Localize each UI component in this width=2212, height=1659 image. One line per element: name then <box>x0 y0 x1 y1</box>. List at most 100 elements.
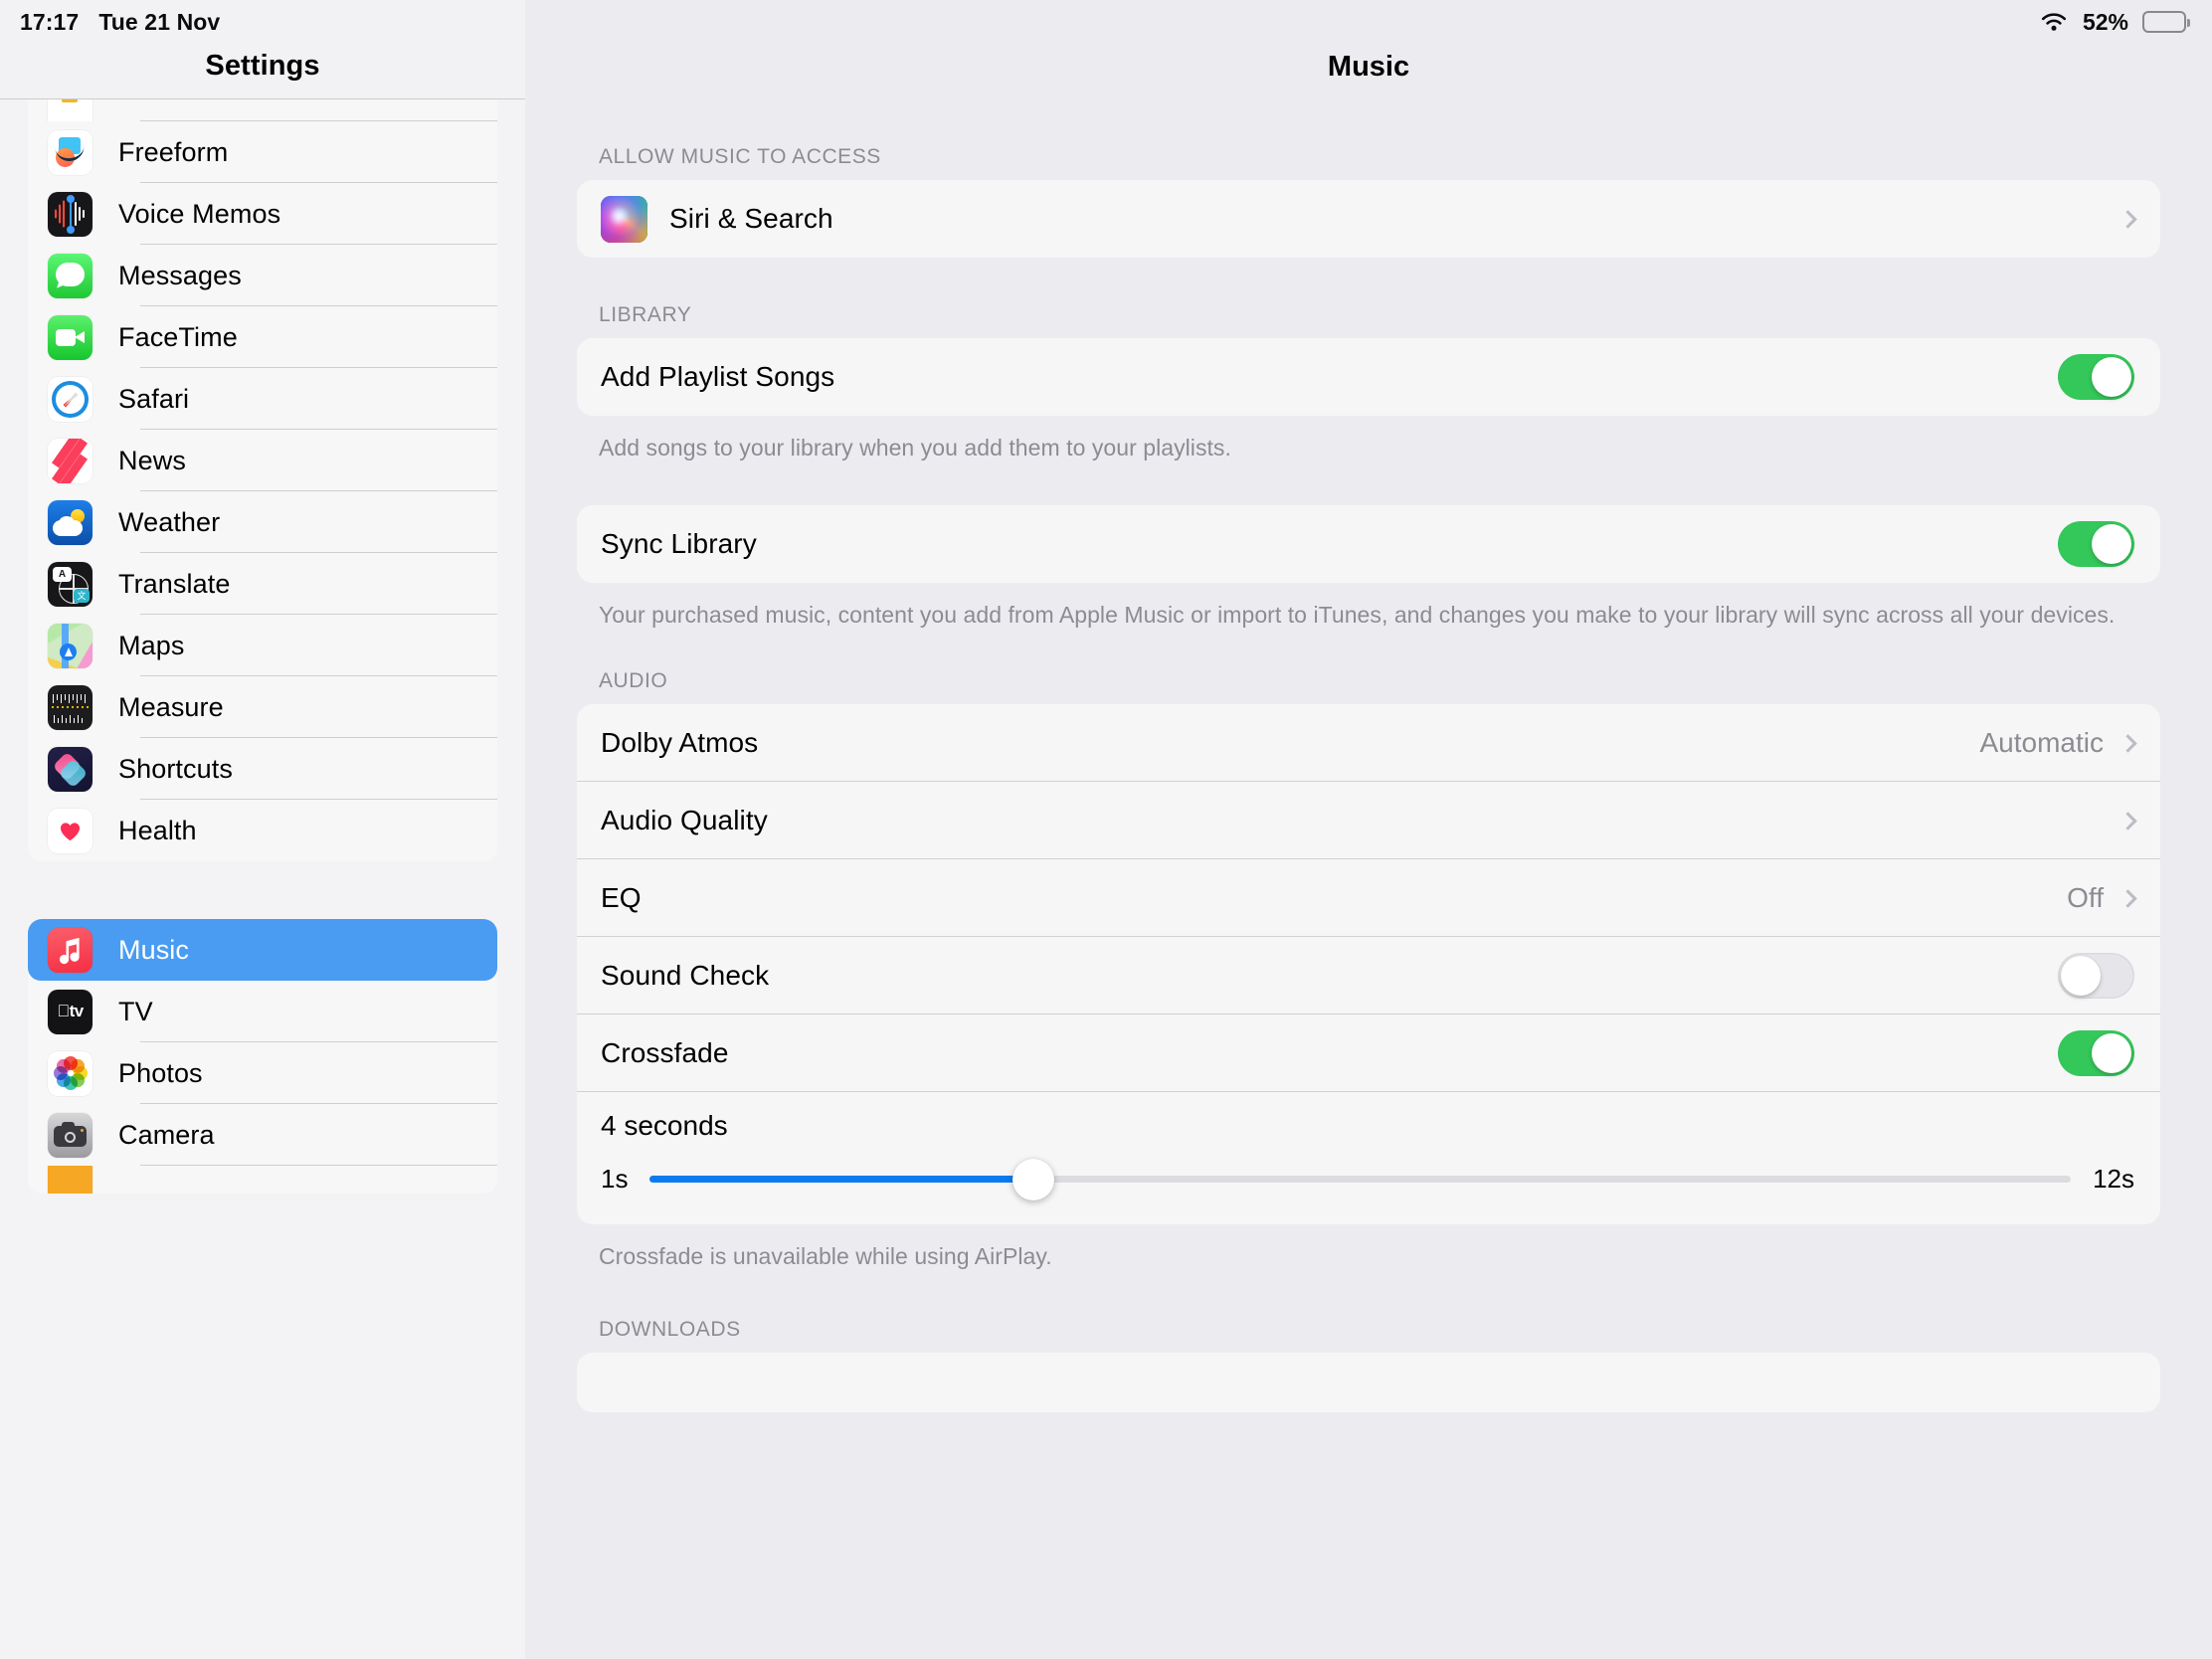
voice-memos-app-icon <box>48 191 92 237</box>
sidebar-group-apps: Freeform Voice Memos Messages FaceTime S… <box>28 64 497 861</box>
sidebar-item-maps[interactable]: Maps <box>28 615 497 676</box>
sync-library-toggle[interactable] <box>2058 520 2134 567</box>
facetime-app-icon <box>48 314 92 360</box>
row-crossfade-duration: 4 seconds 1s 12s <box>577 1092 2160 1224</box>
sidebar-item-label: Measure <box>118 691 224 722</box>
messages-app-icon <box>48 253 92 298</box>
sidebar-item-label: Shortcuts <box>118 753 233 784</box>
row-eq[interactable]: EQ Off <box>577 859 2160 938</box>
measure-app-icon <box>48 684 92 730</box>
page-title: Settings <box>205 50 320 82</box>
audio-card: Dolby Atmos Automatic Audio Quality EQ O… <box>577 704 2160 1225</box>
sidebar-item-measure[interactable]: Measure <box>28 676 497 738</box>
sidebar-item-label: News <box>118 445 186 475</box>
detail-page-title: Music <box>1327 51 1410 83</box>
sidebar-item-tv[interactable]: tv TV <box>28 981 497 1042</box>
sidebar-group-media: Music tv TV <box>28 919 497 1194</box>
row-siri-and-search[interactable]: Siri & Search <box>577 180 2160 258</box>
settings-sidebar: Freeform Voice Memos Messages FaceTime S… <box>0 0 525 1659</box>
sidebar-item-camera[interactable]: Camera <box>28 1104 497 1166</box>
row-crossfade[interactable]: Crossfade <box>577 1014 2160 1093</box>
crossfade-slider-thumb[interactable] <box>1013 1158 1055 1200</box>
row-audio-quality[interactable]: Audio Quality <box>577 782 2160 860</box>
sidebar-item-freeform[interactable]: Freeform <box>28 121 497 183</box>
row-label: Dolby Atmos <box>601 727 759 759</box>
row-value: Off <box>2067 882 2104 914</box>
sidebar-item-news[interactable]: News <box>28 430 497 491</box>
music-settings-pane: ALLOW MUSIC TO ACCESS Siri & Search LIBR… <box>525 0 2212 1659</box>
news-app-icon <box>48 438 92 483</box>
maps-app-icon <box>48 623 92 668</box>
crossfade-seconds-label: 4 seconds <box>601 1110 728 1142</box>
downloads-card <box>577 1352 2160 1412</box>
translate-app-icon: A文 <box>48 561 92 607</box>
row-label: Sync Library <box>601 527 757 559</box>
add-playlist-songs-card: Add Playlist Songs <box>577 338 2160 416</box>
weather-app-icon <box>48 499 92 545</box>
sidebar-item-translate[interactable]: A文 Translate <box>28 553 497 615</box>
partial-orange-app-icon <box>48 1166 92 1194</box>
row-dolby-atmos[interactable]: Dolby Atmos Automatic <box>577 704 2160 783</box>
sidebar-item-voice-memos[interactable]: Voice Memos <box>28 183 497 245</box>
sidebar-item-label: Maps <box>118 630 185 660</box>
sidebar-item-messages[interactable]: Messages <box>28 245 497 306</box>
sidebar-item-label: Music <box>118 934 190 965</box>
row-label: Add Playlist Songs <box>601 361 835 392</box>
sidebar-item-label: Weather <box>118 506 221 537</box>
row-sound-check[interactable]: Sound Check <box>577 937 2160 1015</box>
tv-app-icon: tv <box>48 989 92 1034</box>
sidebar-item-weather[interactable]: Weather <box>28 491 497 553</box>
photos-app-icon <box>48 1050 92 1096</box>
health-app-icon <box>48 808 92 853</box>
shortcuts-app-icon <box>48 746 92 792</box>
crossfade-slider[interactable] <box>649 1158 2072 1200</box>
siri-app-icon <box>601 195 647 243</box>
heart-icon <box>60 822 81 840</box>
section-header-downloads: DOWNLOADS <box>599 1317 741 1341</box>
row-label: Audio Quality <box>601 805 768 836</box>
sidebar-item-facetime[interactable]: FaceTime <box>28 306 497 368</box>
music-note-icon <box>59 937 80 964</box>
sidebar-scroll-area[interactable]: Freeform Voice Memos Messages FaceTime S… <box>0 0 525 1659</box>
sidebar-item-label: Freeform <box>118 136 229 167</box>
sidebar-item-shortcuts[interactable]: Shortcuts <box>28 738 497 800</box>
sidebar-item-label: FaceTime <box>118 321 238 352</box>
crossfade-max-label: 12s <box>2093 1164 2134 1195</box>
row-add-playlist-songs[interactable]: Add Playlist Songs <box>577 338 2160 416</box>
sound-check-toggle[interactable] <box>2058 953 2134 1000</box>
chevron-right-icon <box>2119 209 2137 229</box>
row-value: Automatic <box>1979 727 2105 759</box>
row-label: EQ <box>601 882 642 914</box>
sidebar-item-partial-top[interactable] <box>28 99 497 121</box>
chevron-right-icon <box>2119 811 2137 830</box>
access-card: Siri & Search <box>577 180 2160 258</box>
sidebar-item-label: Translate <box>118 568 231 599</box>
row-label: Sound Check <box>601 960 770 992</box>
crossfade-footnote: Crossfade is unavailable while using Air… <box>599 1243 1052 1270</box>
sync-library-footnote: Your purchased music, content you add fr… <box>599 601 2116 628</box>
add-playlist-songs-toggle[interactable] <box>2058 354 2134 400</box>
safari-app-icon <box>48 376 92 422</box>
sidebar-item-safari[interactable]: Safari <box>28 368 497 430</box>
crossfade-min-label: 1s <box>601 1164 629 1195</box>
row-sync-library[interactable]: Sync Library <box>577 505 2160 583</box>
section-header-access: ALLOW MUSIC TO ACCESS <box>599 145 881 168</box>
camera-app-icon <box>48 1112 92 1158</box>
sync-library-card: Sync Library <box>577 504 2160 583</box>
detail-scroll-area[interactable]: ALLOW MUSIC TO ACCESS Siri & Search LIBR… <box>525 99 2212 1659</box>
sidebar-item-label: Camera <box>118 1119 215 1150</box>
crossfade-toggle[interactable] <box>2058 1030 2134 1077</box>
sidebar-item-music[interactable]: Music <box>28 919 497 981</box>
sidebar-item-label: Voice Memos <box>118 198 281 229</box>
section-header-library: LIBRARY <box>599 303 692 326</box>
sidebar-item-partial-bottom[interactable] <box>28 1166 497 1194</box>
sidebar-item-label: Photos <box>118 1057 203 1088</box>
row-label: Siri & Search <box>669 203 833 234</box>
chevron-right-icon <box>2119 733 2137 753</box>
sidebar-item-photos[interactable]: Photos <box>28 1042 497 1104</box>
sidebar-item-label: Messages <box>118 260 242 290</box>
sidebar-item-label: Safari <box>118 383 190 414</box>
sidebar-item-health[interactable]: Health <box>28 800 497 861</box>
sidebar-header: Settings <box>0 0 525 99</box>
section-header-audio: AUDIO <box>599 669 668 693</box>
